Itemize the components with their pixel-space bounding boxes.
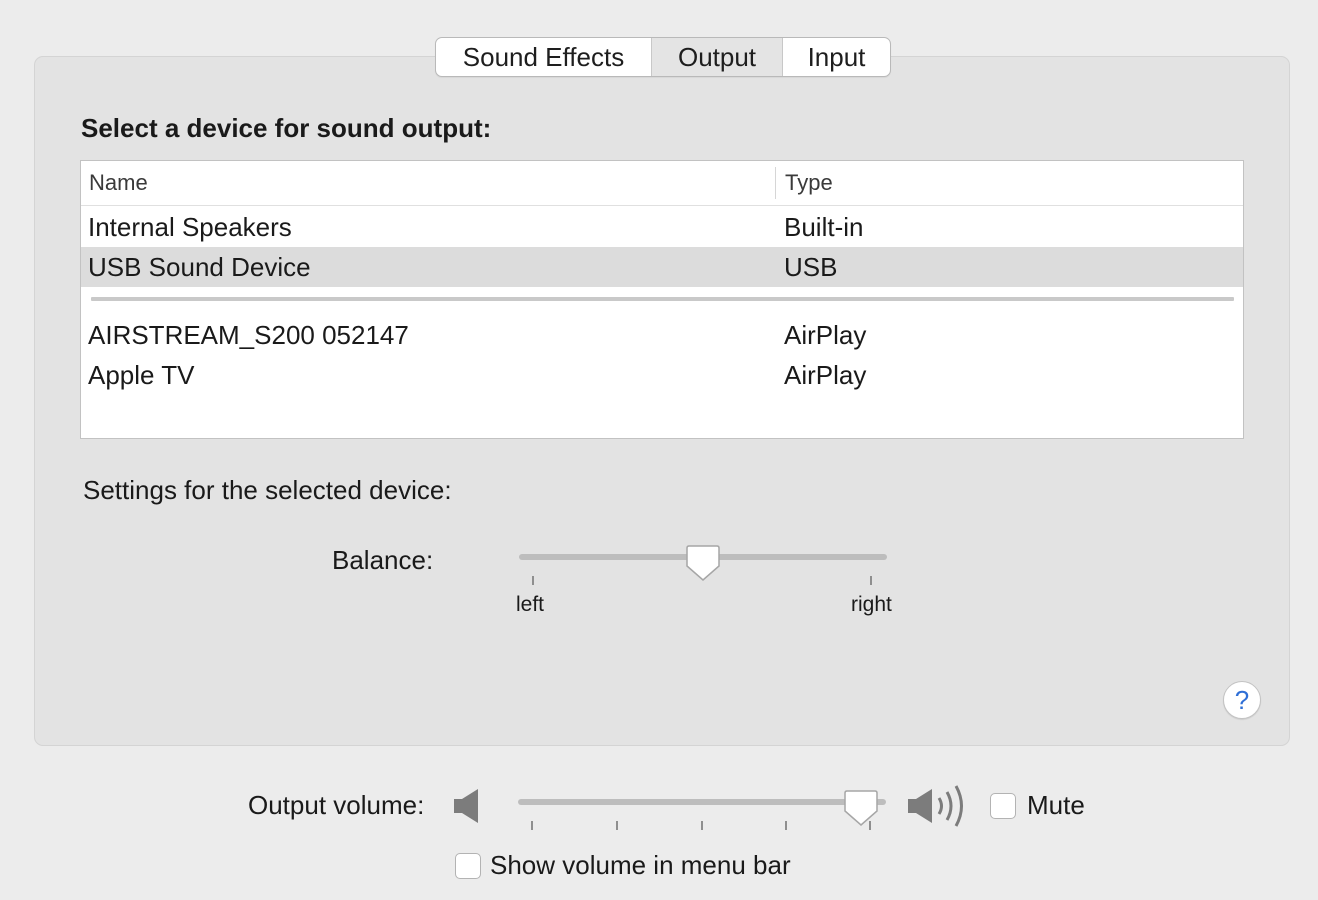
device-list-heading: Select a device for sound output:	[81, 113, 492, 143]
device-type: Built-in	[784, 212, 864, 242]
balance-left-label: left	[516, 593, 545, 616]
table-header: Name Type	[81, 161, 1243, 206]
help-button[interactable]: ?	[1223, 681, 1261, 719]
sound-preferences-window: Sound Effects Output Input Select a devi…	[0, 0, 1318, 900]
table-row[interactable]: Internal Speakers Built-in	[81, 207, 1243, 247]
table-row[interactable]: AIRSTREAM_S200 052147 AirPlay	[81, 315, 1243, 355]
speaker-high-icon	[906, 782, 974, 830]
device-type: USB	[784, 252, 838, 282]
balance-slider-thumb[interactable]	[685, 544, 720, 582]
table-row[interactable]: Apple TV AirPlay	[81, 355, 1243, 395]
volume-slider-thumb[interactable]	[844, 789, 878, 827]
balance-right-label: right	[851, 593, 892, 616]
column-header-type[interactable]: Type	[785, 161, 833, 205]
output-panel: Select a device for sound output: Name T…	[34, 56, 1290, 746]
speaker-low-icon	[452, 786, 482, 826]
device-type: AirPlay	[784, 320, 867, 350]
device-name: USB Sound Device	[88, 252, 311, 282]
column-divider[interactable]	[775, 167, 776, 199]
table-row-selected[interactable]: USB Sound Device USB	[81, 247, 1243, 287]
balance-label: Balance:	[332, 545, 434, 575]
volume-slider-track[interactable]	[518, 799, 886, 805]
tab-output[interactable]: Output	[652, 38, 783, 76]
group-separator	[91, 297, 1234, 301]
output-volume-label: Output volume:	[248, 790, 425, 820]
show-volume-menu-bar-checkbox[interactable]	[455, 853, 481, 879]
balance-tick-left	[532, 576, 534, 585]
column-header-name[interactable]: Name	[89, 161, 148, 205]
tab-sound-effects[interactable]: Sound Effects	[436, 38, 652, 76]
device-name: Apple TV	[88, 360, 195, 390]
volume-tick	[701, 821, 703, 830]
device-settings-label: Settings for the selected device:	[83, 475, 452, 505]
device-table[interactable]: Name Type Internal Speakers Built-in USB…	[80, 160, 1244, 439]
mute-checkbox[interactable]	[990, 793, 1016, 819]
tab-bar: Sound Effects Output Input	[435, 37, 891, 77]
balance-tick-right	[870, 576, 872, 585]
volume-tick	[531, 821, 533, 830]
mute-label[interactable]: Mute	[1027, 790, 1085, 821]
volume-tick	[616, 821, 618, 830]
show-volume-menu-bar-label[interactable]: Show volume in menu bar	[490, 850, 791, 881]
device-name: Internal Speakers	[88, 212, 292, 242]
tab-input[interactable]: Input	[783, 38, 890, 76]
volume-tick	[785, 821, 787, 830]
device-name: AIRSTREAM_S200 052147	[88, 320, 409, 350]
device-type: AirPlay	[784, 360, 867, 390]
